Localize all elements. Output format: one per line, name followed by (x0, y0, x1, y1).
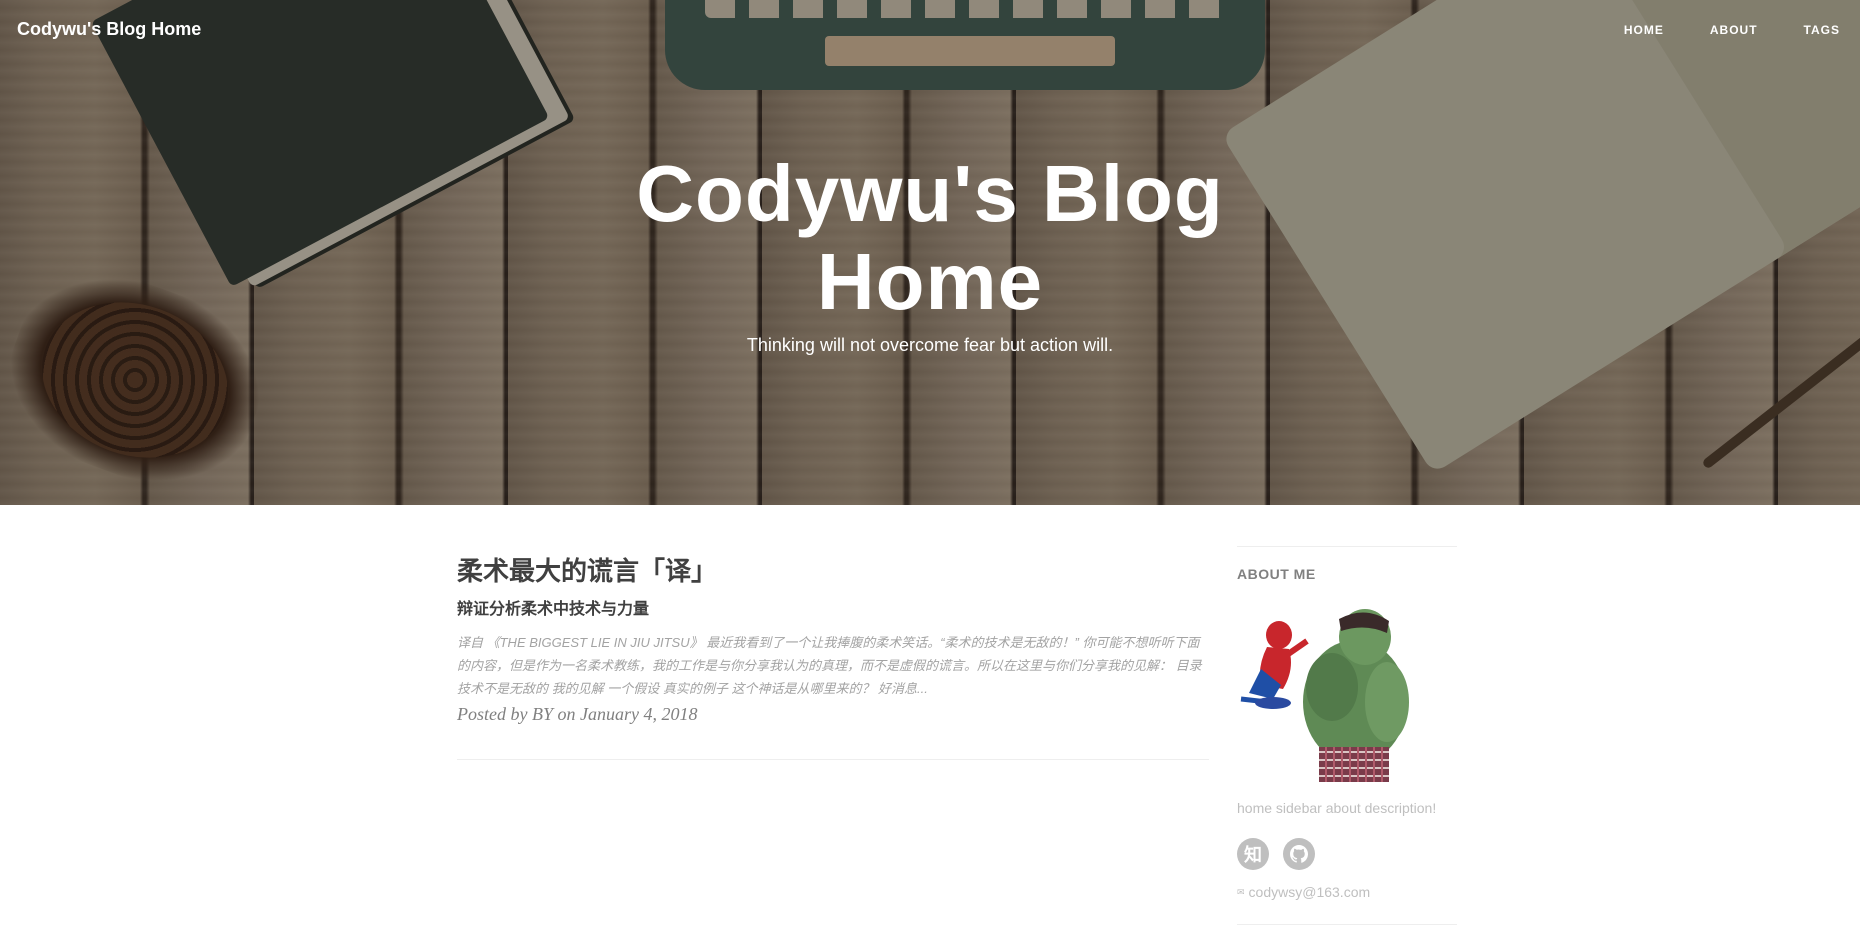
post-preview: 柔术最大的谎言「译」 辩证分析柔术中技术与力量 译自 《THE BIGGEST … (457, 553, 1209, 725)
nav-about[interactable]: ABOUT (1710, 23, 1758, 37)
main-nav: HOME ABOUT TAGS (1578, 23, 1840, 37)
sidebar: ABOUT ME home sidebar about description!… (1237, 546, 1457, 925)
email-contact[interactable]: ✉ codywsy@163.com (1237, 884, 1457, 900)
post-divider (457, 759, 1209, 760)
post-title[interactable]: 柔术最大的谎言「译」 (457, 553, 1209, 589)
zhihu-icon[interactable]: 知 (1237, 838, 1269, 870)
envelope-icon: ✉ (1237, 886, 1245, 897)
about-description: home sidebar about description! (1237, 800, 1437, 816)
sidebar-divider (1237, 546, 1457, 547)
brand-link[interactable]: Codywu's Blog Home (17, 19, 201, 40)
nav-home[interactable]: HOME (1624, 23, 1664, 37)
avatar (1237, 607, 1417, 782)
page-title: Codywu's Blog Home (636, 149, 1224, 326)
sidebar-heading: ABOUT ME (1237, 566, 1316, 582)
email-address: codywsy@163.com (1248, 884, 1371, 900)
social-links: 知 (1237, 838, 1457, 870)
github-icon[interactable] (1283, 838, 1315, 870)
sidebar-divider-bottom (1237, 924, 1457, 925)
post-list: 柔术最大的谎言「译」 辩证分析柔术中技术与力量 译自 《THE BIGGEST … (457, 553, 1209, 760)
post-subtitle[interactable]: 辩证分析柔术中技术与力量 (457, 599, 1209, 621)
page-subtitle: Thinking will not overcome fear but acti… (746, 335, 1114, 355)
nav-tags[interactable]: TAGS (1804, 23, 1840, 37)
post-excerpt[interactable]: 译自 《THE BIGGEST LIE IN JIU JITSU》 最近我看到了… (457, 631, 1209, 700)
post-meta: Posted by BY on January 4, 2018 (457, 704, 698, 724)
hero-header: Codywu's Blog Home HOME ABOUT TAGS Codyw… (0, 0, 1860, 505)
